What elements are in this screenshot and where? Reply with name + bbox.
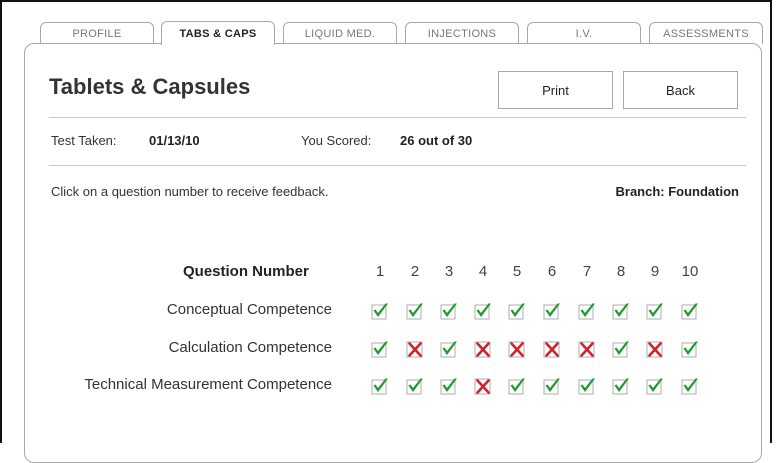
check-icon-r2-q1[interactable] [371, 340, 389, 358]
tab-iv[interactable]: I.V. [527, 22, 641, 44]
check-icon-r1-q4[interactable] [474, 302, 492, 320]
check-icon-r3-q9[interactable] [646, 377, 664, 395]
question-number-7[interactable]: 7 [576, 263, 598, 280]
check-icon-r1-q8[interactable] [612, 302, 630, 320]
check-icon-r1-q3[interactable] [440, 302, 458, 320]
question-number-5[interactable]: 5 [506, 263, 528, 280]
divider-top [49, 117, 746, 118]
question-number-header: Question Number [183, 263, 309, 280]
test-taken-label: Test Taken: [51, 133, 117, 148]
cross-icon-r2-q7[interactable] [578, 340, 596, 358]
check-icon-r1-q10[interactable] [681, 302, 699, 320]
question-number-3[interactable]: 3 [438, 263, 460, 280]
check-icon-r2-q10[interactable] [681, 340, 699, 358]
check-icon-r3-q10[interactable] [681, 377, 699, 395]
question-number-8[interactable]: 8 [610, 263, 632, 280]
check-icon-r1-q7[interactable] [578, 302, 596, 320]
cross-icon-r2-q6[interactable] [543, 340, 561, 358]
instruction-text: Click on a question number to receive fe… [51, 184, 329, 199]
cross-icon-r2-q5[interactable] [508, 340, 526, 358]
branch-label: Branch: Foundation [615, 184, 740, 199]
page-title: Tablets & Capsules [49, 74, 251, 99]
check-icon-r3-q6[interactable] [543, 377, 561, 395]
check-icon-r1-q9[interactable] [646, 302, 664, 320]
score-label: You Scored: [301, 133, 372, 148]
row-label-conceptual: Conceptual Competence [166, 301, 332, 318]
tab-injections[interactable]: INJECTIONS [405, 22, 519, 44]
tab-tabs-caps[interactable]: TABS & CAPS [161, 21, 275, 45]
cross-icon-r2-q9[interactable] [646, 340, 664, 358]
print-button[interactable]: Print [498, 71, 613, 109]
question-number-10[interactable]: 10 [679, 263, 701, 280]
check-icon-r3-q2[interactable] [406, 377, 424, 395]
check-icon-r1-q5[interactable] [508, 302, 526, 320]
check-icon-r3-q1[interactable] [371, 377, 389, 395]
question-number-1[interactable]: 1 [369, 263, 391, 280]
check-icon-r3-q8[interactable] [612, 377, 630, 395]
row-label-calculation: Calculation Competence [168, 339, 332, 356]
question-number-6[interactable]: 6 [541, 263, 563, 280]
question-number-2[interactable]: 2 [404, 263, 426, 280]
cross-icon-r3-q4[interactable] [474, 377, 492, 395]
tab-profile[interactable]: PROFILE [40, 22, 154, 44]
check-icon-r3-q5[interactable] [508, 377, 526, 395]
check-icon-r2-q3[interactable] [440, 340, 458, 358]
cross-icon-r2-q4[interactable] [474, 340, 492, 358]
check-icon-r3-q3[interactable] [440, 377, 458, 395]
tab-liquid-med[interactable]: LIQUID MED. [283, 22, 397, 44]
row-label-technical: Technical Measurement Competence [84, 376, 332, 393]
check-icon-r1-q2[interactable] [406, 302, 424, 320]
tab-assessments[interactable]: ASSESSMENTS [649, 22, 763, 44]
check-icon-r1-q6[interactable] [543, 302, 561, 320]
back-button[interactable]: Back [623, 71, 738, 109]
score-value: 26 out of 30 [400, 133, 473, 148]
check-icon-r3-q7[interactable] [578, 377, 596, 395]
question-number-9[interactable]: 9 [644, 263, 666, 280]
check-icon-r1-q1[interactable] [371, 302, 389, 320]
test-taken-date: 01/13/10 [149, 133, 200, 148]
cross-icon-r2-q2[interactable] [406, 340, 424, 358]
question-number-4[interactable]: 4 [472, 263, 494, 280]
check-icon-r2-q8[interactable] [612, 340, 630, 358]
divider-bottom [49, 165, 746, 166]
